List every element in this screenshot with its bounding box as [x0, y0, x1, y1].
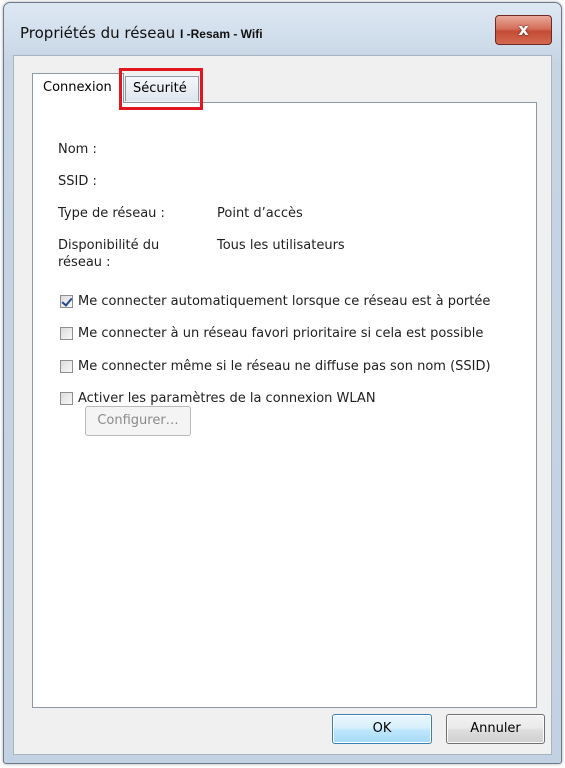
dialog-body: Connexion Sécurité Nom : SSID : Type de …	[13, 55, 552, 755]
tab-panel-connexion: Nom : SSID : Type de réseau : Point d’ac…	[32, 102, 537, 708]
preferred-network-checkbox[interactable]	[60, 327, 73, 340]
auto-connect-checkbox[interactable]	[60, 295, 73, 308]
auto-connect-label: Me connecter automatiquement lorsque ce …	[78, 294, 491, 309]
name-label: Nom :	[58, 142, 97, 157]
network-type-value: Point d’accès	[217, 206, 303, 221]
tab-connexion[interactable]: Connexion	[32, 73, 124, 103]
availability-label-line2: réseau :	[58, 255, 111, 270]
network-properties-dialog: Propriétés du réseau I -Resam - Wifi x C…	[3, 2, 562, 764]
title-bar[interactable]: Propriétés du réseau I -Resam - Wifi x	[4, 3, 561, 55]
dialog-title: Propriétés du réseau I -Resam - Wifi	[20, 24, 263, 42]
wlan-settings-label: Activer les paramètres de la connexion W…	[78, 391, 376, 406]
availability-value: Tous les utilisateurs	[217, 238, 345, 253]
close-icon: x	[518, 20, 529, 39]
ssid-label: SSID :	[58, 174, 97, 189]
ok-button[interactable]: OK	[332, 714, 432, 744]
availability-label-line1: Disponibilité du	[58, 238, 160, 253]
configure-button[interactable]: Configurer…	[85, 406, 191, 436]
tab-connexion-label: Connexion	[43, 80, 112, 95]
availability-label: Disponibilité du réseau :	[58, 237, 159, 271]
close-button[interactable]: x	[495, 15, 552, 45]
dialog-title-text: Propriétés du réseau	[20, 24, 176, 42]
hidden-ssid-checkbox[interactable]	[60, 360, 73, 373]
network-name: I -Resam - Wifi	[179, 27, 263, 41]
highlight-box	[119, 68, 203, 110]
network-type-label: Type de réseau :	[58, 206, 165, 221]
preferred-network-label: Me connecter à un réseau favori priorita…	[78, 326, 484, 341]
hidden-ssid-label: Me connecter même si le réseau ne diffus…	[78, 359, 491, 374]
cancel-button[interactable]: Annuler	[446, 714, 545, 744]
wlan-settings-checkbox[interactable]	[60, 392, 73, 405]
